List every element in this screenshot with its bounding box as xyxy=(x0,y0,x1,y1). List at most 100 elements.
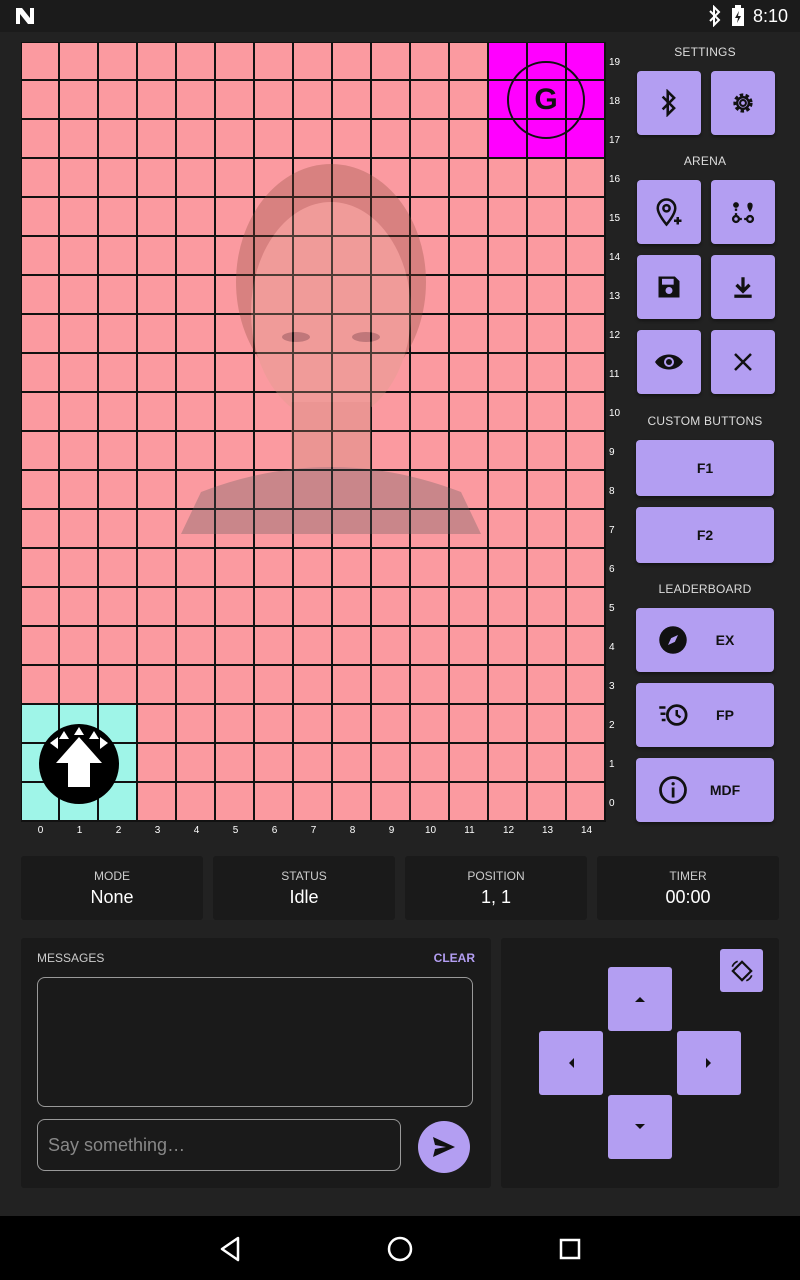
fp-button[interactable]: FP xyxy=(636,683,774,747)
grid-cell[interactable] xyxy=(177,393,216,432)
grid-cell[interactable] xyxy=(177,237,216,276)
robot-icon[interactable] xyxy=(38,723,120,805)
grid-cell[interactable] xyxy=(255,666,294,705)
ex-button[interactable]: EX xyxy=(636,608,774,672)
grid-cell[interactable] xyxy=(177,705,216,744)
grid-cell[interactable] xyxy=(255,393,294,432)
grid-cell[interactable] xyxy=(60,120,99,159)
grid-cell[interactable] xyxy=(294,549,333,588)
grid-cell[interactable] xyxy=(372,588,411,627)
grid-cell[interactable] xyxy=(255,120,294,159)
grid-cell[interactable] xyxy=(99,81,138,120)
grid-cell[interactable] xyxy=(333,510,372,549)
grid-cell[interactable] xyxy=(450,666,489,705)
grid-cell[interactable] xyxy=(99,393,138,432)
grid-cell[interactable] xyxy=(255,159,294,198)
grid-cell[interactable] xyxy=(138,588,177,627)
grid-cell[interactable] xyxy=(255,471,294,510)
grid-cell[interactable] xyxy=(567,432,606,471)
grid-cell[interactable] xyxy=(216,588,255,627)
grid-cell[interactable] xyxy=(528,666,567,705)
bluetooth-button[interactable] xyxy=(637,71,701,135)
grid-cell[interactable] xyxy=(21,510,60,549)
grid-cell[interactable] xyxy=(216,393,255,432)
grid-cell[interactable] xyxy=(216,354,255,393)
grid-cell[interactable] xyxy=(411,81,450,120)
grid-cell[interactable] xyxy=(138,276,177,315)
grid-cell[interactable] xyxy=(489,744,528,783)
grid-cell[interactable] xyxy=(177,81,216,120)
f1-button[interactable]: F1 xyxy=(636,440,774,496)
grid-cell[interactable] xyxy=(21,432,60,471)
grid-cell[interactable] xyxy=(489,666,528,705)
grid-cell[interactable] xyxy=(450,276,489,315)
grid-cell[interactable] xyxy=(138,81,177,120)
grid-cell[interactable] xyxy=(294,354,333,393)
grid-cell[interactable] xyxy=(411,783,450,822)
grid-cell[interactable] xyxy=(528,432,567,471)
grid-cell[interactable] xyxy=(528,315,567,354)
grid-cell[interactable] xyxy=(138,783,177,822)
grid-cell[interactable] xyxy=(255,549,294,588)
grid-cell[interactable] xyxy=(567,471,606,510)
grid-cell[interactable] xyxy=(99,315,138,354)
grid-cell[interactable] xyxy=(372,393,411,432)
grid-cell[interactable] xyxy=(60,666,99,705)
grid-cell[interactable] xyxy=(450,237,489,276)
grid-cell[interactable] xyxy=(138,198,177,237)
grid-cell[interactable] xyxy=(255,198,294,237)
grid-cell[interactable] xyxy=(528,627,567,666)
grid-cell[interactable] xyxy=(411,432,450,471)
grid-cell[interactable] xyxy=(567,315,606,354)
grid-cell[interactable] xyxy=(138,354,177,393)
grid-cell[interactable] xyxy=(177,627,216,666)
grid-cell[interactable] xyxy=(333,393,372,432)
grid-cell[interactable] xyxy=(294,159,333,198)
grid-cell[interactable] xyxy=(333,588,372,627)
grid-cell[interactable] xyxy=(294,783,333,822)
grid-cell[interactable] xyxy=(372,783,411,822)
grid-cell[interactable] xyxy=(99,627,138,666)
grid-cell[interactable] xyxy=(255,81,294,120)
grid-cell[interactable] xyxy=(177,198,216,237)
grid-cell[interactable] xyxy=(21,393,60,432)
grid-cell[interactable] xyxy=(294,393,333,432)
grid-cell[interactable] xyxy=(333,42,372,81)
grid-cell[interactable] xyxy=(450,744,489,783)
f2-button[interactable]: F2 xyxy=(636,507,774,563)
grid-cell[interactable] xyxy=(255,588,294,627)
grid-cell[interactable] xyxy=(177,159,216,198)
grid-cell[interactable] xyxy=(138,159,177,198)
grid-cell[interactable] xyxy=(411,510,450,549)
grid-cell[interactable] xyxy=(177,354,216,393)
rotate-button[interactable] xyxy=(720,949,763,992)
grid-cell[interactable] xyxy=(333,81,372,120)
grid-cell[interactable] xyxy=(450,159,489,198)
grid-cell[interactable] xyxy=(450,627,489,666)
grid-cell[interactable] xyxy=(99,120,138,159)
grid-cell[interactable] xyxy=(528,744,567,783)
grid-cell[interactable] xyxy=(21,549,60,588)
grid-cell[interactable] xyxy=(216,42,255,81)
grid-cell[interactable] xyxy=(216,159,255,198)
grid-cell[interactable] xyxy=(60,393,99,432)
grid-cell[interactable] xyxy=(411,705,450,744)
grid-cell[interactable] xyxy=(138,666,177,705)
grid-cell[interactable] xyxy=(489,354,528,393)
grid-cell[interactable] xyxy=(333,120,372,159)
grid-cell[interactable] xyxy=(60,549,99,588)
grid-cell[interactable] xyxy=(60,81,99,120)
grid-cell[interactable] xyxy=(294,705,333,744)
grid-cell[interactable] xyxy=(411,315,450,354)
grid-cell[interactable] xyxy=(567,276,606,315)
grid-cell[interactable] xyxy=(138,237,177,276)
grid-cell[interactable] xyxy=(333,783,372,822)
grid-cell[interactable] xyxy=(489,705,528,744)
grid-cell[interactable] xyxy=(216,705,255,744)
arena-grid[interactable]: G xyxy=(21,42,606,822)
grid-cell[interactable] xyxy=(138,315,177,354)
grid-cell[interactable] xyxy=(528,510,567,549)
grid-cell[interactable] xyxy=(294,744,333,783)
grid-cell[interactable] xyxy=(333,627,372,666)
grid-cell[interactable] xyxy=(21,354,60,393)
